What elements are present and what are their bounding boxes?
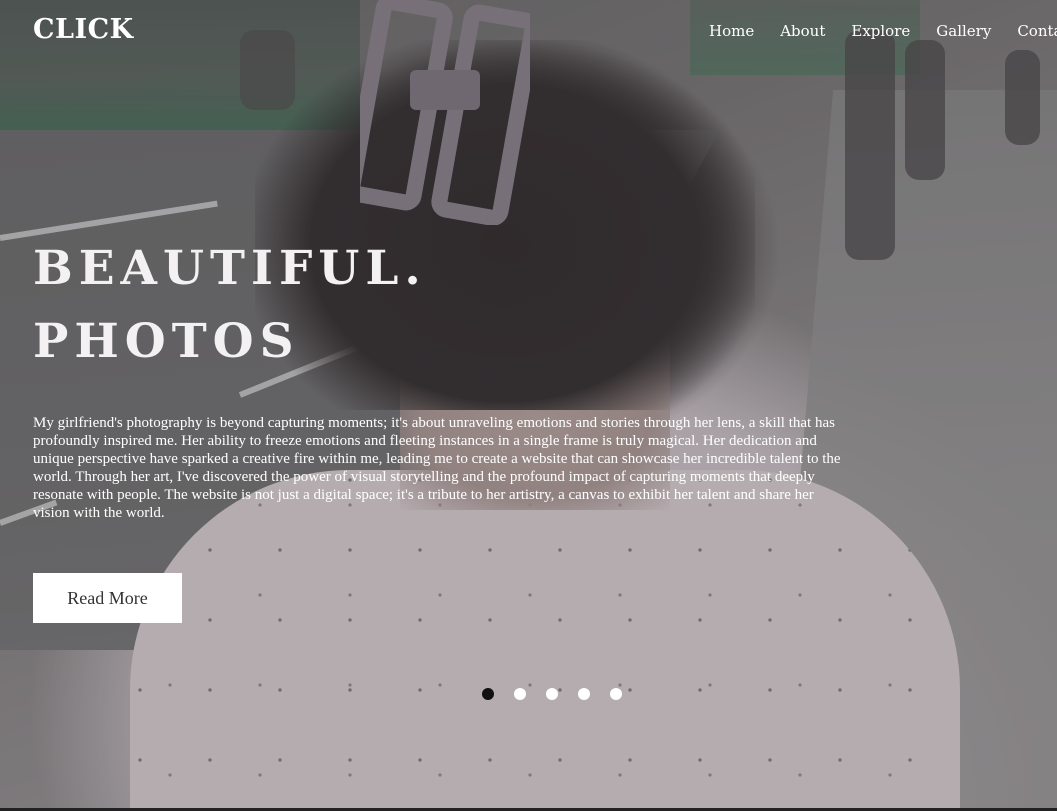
hero-headline-line2: PHOTOS [33,314,300,369]
read-more-button[interactable]: Read More [33,573,182,623]
slider-dot-3[interactable] [546,688,558,700]
hero-headline: BEAUTIFUL. PHOTOS [33,232,427,378]
nav-link-explore[interactable]: Explore [851,22,910,40]
slider-dots [482,688,622,700]
background-overlay [0,0,1057,808]
nav-link-contact[interactable]: Contact [1017,22,1057,40]
hero-description: My girlfriend's photography is beyond ca… [33,415,841,521]
hero-section: CLICK Home About Explore Gallery Contact… [0,0,1057,808]
nav-link-gallery[interactable]: Gallery [936,22,991,40]
slider-dot-4[interactable] [578,688,590,700]
nav-link-home[interactable]: Home [709,22,754,40]
site-logo[interactable]: CLICK [33,14,134,45]
slider-dot-1[interactable] [482,688,494,700]
nav-link-about[interactable]: About [780,22,825,40]
slider-dot-2[interactable] [514,688,526,700]
hero-headline-line1: BEAUTIFUL. [33,241,427,296]
nav-list: Home About Explore Gallery Contact [709,21,1057,40]
slider-dot-5[interactable] [610,688,622,700]
